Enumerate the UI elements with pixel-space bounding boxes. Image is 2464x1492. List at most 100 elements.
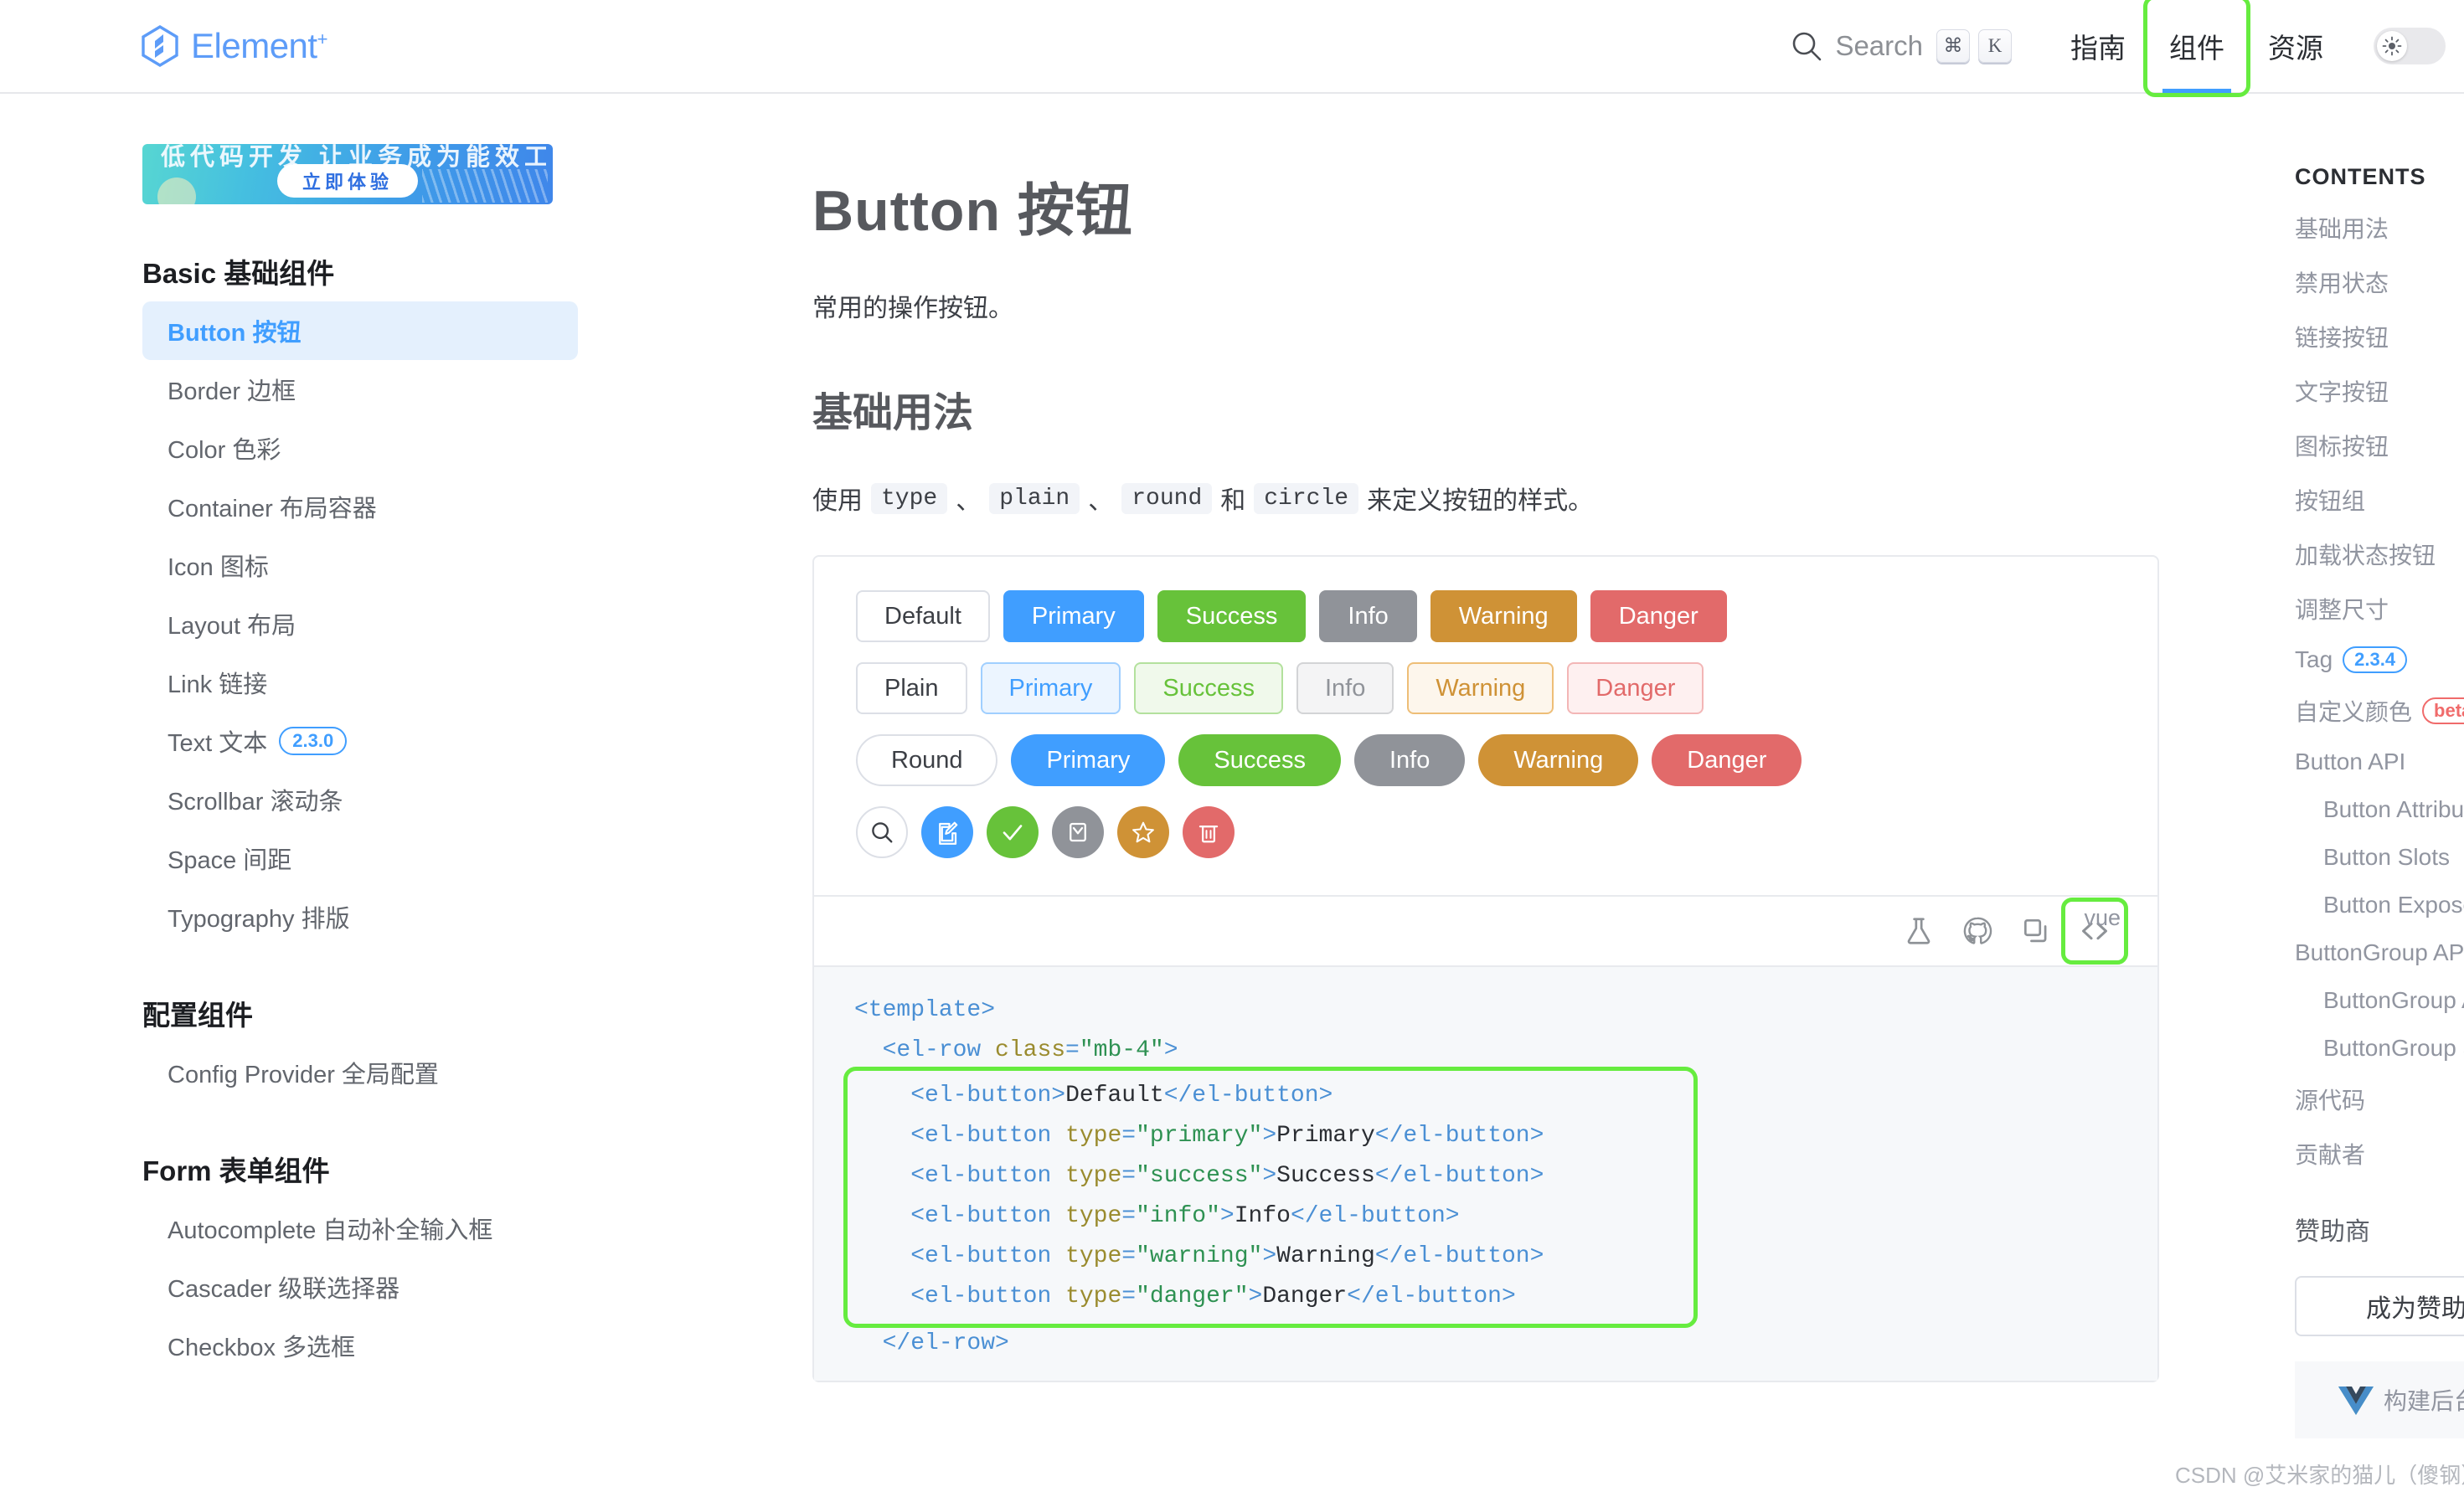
sidebar-item-checkbox[interactable]: Checkbox 多选框 <box>142 1316 578 1375</box>
button-circle-star[interactable] <box>1117 806 1169 858</box>
code-line: <el-button>Default</el-button> <box>848 1076 1693 1116</box>
button-round-danger[interactable]: Danger <box>1652 734 1802 786</box>
button-plain-info[interactable]: Info <box>1296 662 1394 714</box>
brand-name: Element+ <box>191 26 327 66</box>
code-lines[interactable]: <template> <el-row class="mb-4"> <el-but… <box>814 990 2157 1364</box>
code-token: Warning <box>1276 1243 1375 1269</box>
toc-item[interactable]: Tag 2.3.4 <box>2295 646 2464 673</box>
button-warning[interactable]: Warning <box>1430 590 1577 642</box>
sidebar-item-autocomplete[interactable]: Autocomplete 自动补全输入框 <box>142 1199 578 1258</box>
code-token: </el-button> <box>1163 1083 1333 1109</box>
sidebar-item-text[interactable]: Text 文本 2.3.0 <box>142 712 578 770</box>
sidebar-item-label: Border 边框 <box>168 378 296 405</box>
search-icon <box>872 822 893 843</box>
sidebar-item-color[interactable]: Color 色彩 <box>142 419 578 477</box>
sidebar-item-layout[interactable]: Layout 布局 <box>142 594 578 653</box>
sidebar-item-config-provider[interactable]: Config Provider 全局配置 <box>142 1043 578 1102</box>
nav-item-guide-label: 指南 <box>2070 33 2126 64</box>
button-round-default[interactable]: Round <box>856 734 998 786</box>
toc-item[interactable]: ButtonGroup Attributes <box>2323 987 2464 1014</box>
toc-item[interactable]: Button Slots <box>2323 844 2464 871</box>
nav-item-components[interactable]: 组件 <box>2143 0 2250 97</box>
brand-logo-link[interactable]: Element+ <box>141 25 327 67</box>
code-token: <el-button <box>910 1203 1066 1229</box>
button-plain-success[interactable]: Success <box>1134 662 1283 714</box>
search-button[interactable]: Search <box>1790 29 1923 63</box>
button-circle-message[interactable] <box>1052 806 1104 858</box>
sidebar-item-link[interactable]: Link 链接 <box>142 653 578 712</box>
code-token: type <box>1065 1123 1122 1149</box>
toc-item-badge: 2.3.4 <box>2343 646 2408 673</box>
sidebar-item-border[interactable]: Border 边框 <box>142 360 578 419</box>
button-plain-warning[interactable]: Warning <box>1407 662 1554 714</box>
copy-icon[interactable] <box>2007 902 2065 960</box>
sidebar-item-scrollbar[interactable]: Scrollbar 滚动条 <box>142 770 578 829</box>
ad-decoration-circle <box>157 177 196 204</box>
toc-item[interactable]: 加载状态按钮 <box>2295 538 2464 571</box>
button-default[interactable]: Default <box>856 590 990 642</box>
github-icon[interactable] <box>1948 902 2007 960</box>
toc-item[interactable]: Button Exposes <box>2323 892 2464 918</box>
button-circle-delete[interactable] <box>1183 806 1235 858</box>
button-circle-search[interactable] <box>856 806 908 858</box>
sidebar-item-icon[interactable]: Icon 图标 <box>142 536 578 594</box>
nav-item-guide[interactable]: 指南 <box>2049 0 2147 93</box>
code-language-label: vue <box>2084 905 2121 930</box>
sponsor-card-name: 构建后台 <box>2384 1388 2464 1414</box>
theme-toggle[interactable] <box>2374 28 2446 64</box>
button-round-success[interactable]: Success <box>1178 734 1341 786</box>
button-row-solid: Default Primary Success Info Warning Dan… <box>856 590 2116 642</box>
code-token: Success <box>1276 1163 1375 1189</box>
toc-item[interactable]: ButtonGroup Slots <box>2323 1035 2464 1062</box>
code-chip-type: type <box>871 482 948 514</box>
app-root: Element+ Search ⌘ K 指南 组件 资源 低代码开发 让业务成为… <box>0 0 2464 1492</box>
button-round-info[interactable]: Info <box>1353 734 1466 786</box>
ad-cta-button[interactable]: 立即体验 <box>276 164 419 198</box>
code-block: vue <template> <el-row class="mb-4"> <el… <box>814 905 2157 1381</box>
toc-item[interactable]: 文字按钮 <box>2295 374 2464 408</box>
sidebar-item-typography[interactable]: Typography 排版 <box>142 887 578 946</box>
toc-item[interactable]: Button API <box>2295 749 2464 775</box>
toc-item[interactable]: 禁用状态 <box>2295 265 2464 299</box>
button-circle-edit[interactable] <box>921 806 973 858</box>
code-line: <el-button type="warning">Warning</el-bu… <box>848 1237 1693 1277</box>
toc-item[interactable]: 自定义颜色 beta <box>2295 694 2464 728</box>
sidebar-item-button[interactable]: Button 按钮 <box>142 301 578 360</box>
sidebar-item-cascader[interactable]: Cascader 级联选择器 <box>142 1258 578 1316</box>
sidebar-ad-banner[interactable]: 低代码开发 让业务成为能效工具 立即体验 <box>142 144 553 204</box>
code-token: "mb-4" <box>1079 1037 1164 1063</box>
button-danger[interactable]: Danger <box>1590 590 1727 642</box>
button-info[interactable]: Info <box>1319 590 1417 642</box>
sidebar-item-container[interactable]: Container 布局容器 <box>142 477 578 536</box>
toc-item[interactable]: 按钮组 <box>2295 483 2464 517</box>
code-token: "primary" <box>1136 1123 1263 1149</box>
toc-item[interactable]: 图标按钮 <box>2295 429 2464 462</box>
button-plain-default[interactable]: Plain <box>856 662 967 714</box>
button-success[interactable]: Success <box>1157 590 1307 642</box>
header-right-group: Search ⌘ K 指南 组件 资源 <box>1790 0 2446 97</box>
delete-icon <box>1198 826 1219 843</box>
button-plain-danger[interactable]: Danger <box>1567 662 1704 714</box>
toc-item[interactable]: 链接按钮 <box>2295 320 2464 353</box>
usage-sep: 、 <box>956 487 982 515</box>
sidebar-item-space[interactable]: Space 间距 <box>142 829 578 887</box>
toc-item[interactable]: ButtonGroup API <box>2295 939 2464 966</box>
toc-item[interactable]: 源代码 <box>2295 1083 2464 1116</box>
button-round-primary[interactable]: Primary <box>1011 734 1166 786</box>
toc-item[interactable]: 基础用法 <box>2295 211 2464 244</box>
toc-item[interactable]: 贡献者 <box>2295 1137 2464 1170</box>
button-circle-check[interactable] <box>987 806 1039 858</box>
toc-item[interactable]: Button Attributes <box>2323 796 2464 823</box>
sponsor-card[interactable]: 构建后台 <box>2295 1361 2464 1438</box>
button-round-warning[interactable]: Warning <box>1478 734 1639 786</box>
button-primary[interactable]: Primary <box>1003 590 1144 642</box>
become-sponsor-button[interactable]: 成为赞助商 <box>2295 1276 2464 1336</box>
nav-item-resources[interactable]: 资源 <box>2246 0 2345 93</box>
code-token: > <box>1262 1163 1277 1189</box>
element-plus-logo-icon <box>142 25 178 67</box>
demo-card: Default Primary Success Info Warning Dan… <box>812 555 2159 1382</box>
code-token: "warning" <box>1136 1243 1263 1269</box>
flask-icon[interactable] <box>1889 902 1948 960</box>
toc-item[interactable]: 调整尺寸 <box>2295 592 2464 625</box>
button-plain-primary[interactable]: Primary <box>980 662 1121 714</box>
